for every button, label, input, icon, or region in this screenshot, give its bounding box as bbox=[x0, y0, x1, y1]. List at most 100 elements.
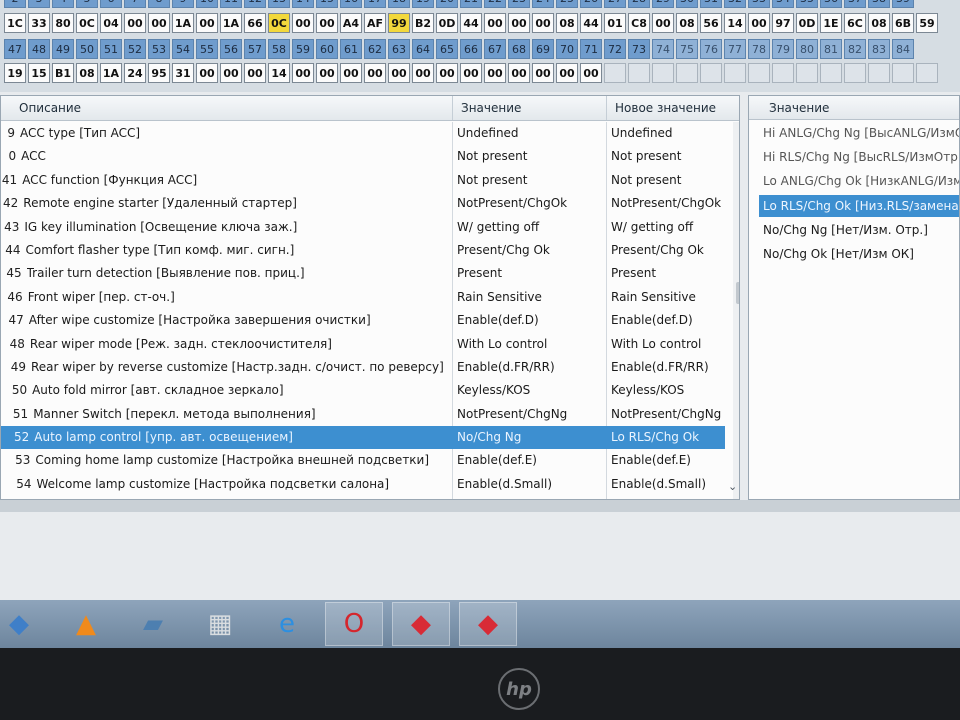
row-new-value[interactable]: NotPresent/ChgOk bbox=[611, 192, 723, 215]
byte-value-cell[interactable]: 0D bbox=[436, 13, 458, 33]
byte-value-cell[interactable]: 1A bbox=[100, 63, 122, 83]
byte-value-cell[interactable] bbox=[652, 63, 674, 83]
byte-value-cell[interactable]: 56 bbox=[700, 13, 722, 33]
row-new-value[interactable]: Keyless/KOS bbox=[611, 379, 723, 402]
byte-value-cell[interactable]: C8 bbox=[628, 13, 650, 33]
table-row[interactable]: 54 Welcome lamp customize [Настройка подс… bbox=[1, 473, 725, 496]
byte-value-cell[interactable]: 01 bbox=[604, 13, 626, 33]
byte-value-cell[interactable] bbox=[676, 63, 698, 83]
byte-value-cell[interactable]: 44 bbox=[580, 13, 602, 33]
byte-value-cell[interactable]: 00 bbox=[484, 13, 506, 33]
byte-value-cell[interactable]: 00 bbox=[532, 63, 554, 83]
table-row[interactable]: 43 IG key illumination [Освещение ключа з… bbox=[1, 216, 725, 239]
option-item[interactable]: Lo RLS/Chg Ok [Низ.RLS/замена] bbox=[759, 194, 959, 217]
row-new-value[interactable]: Enable(d.FR/RR) bbox=[611, 356, 723, 379]
table-row[interactable]: 52 Auto lamp control [упр. авт. освещение… bbox=[1, 426, 725, 450]
byte-value-cell[interactable] bbox=[868, 63, 890, 83]
byte-value-cell[interactable]: 00 bbox=[652, 13, 674, 33]
vertical-scrollbar[interactable] bbox=[733, 122, 739, 499]
printer-icon[interactable]: ▦ bbox=[191, 602, 249, 646]
column-header-new-value[interactable]: Новое значение bbox=[607, 96, 733, 120]
row-new-value[interactable]: Enable(def.D) bbox=[611, 309, 723, 332]
option-item[interactable]: No/Chg Ok [Нет/Изм ОК] bbox=[763, 243, 959, 265]
byte-value-cell[interactable]: 00 bbox=[196, 63, 218, 83]
table-row[interactable]: 47 After wipe customize [Настройка заверш… bbox=[1, 309, 725, 332]
byte-value-cell[interactable]: 00 bbox=[124, 13, 146, 33]
notepad-icon[interactable]: ▰ bbox=[124, 602, 182, 646]
row-new-value[interactable]: W/ getting off bbox=[611, 216, 723, 239]
row-new-value[interactable]: Undefined bbox=[611, 122, 723, 145]
table-row[interactable]: 0 ACC Not present Not present bbox=[1, 145, 725, 168]
byte-value-cell[interactable]: 08 bbox=[556, 13, 578, 33]
byte-value-cell[interactable]: 00 bbox=[484, 63, 506, 83]
table-row[interactable]: 46 Front wiper [пер. ст-оч.] Rain Sensitiv… bbox=[1, 286, 725, 309]
table-row[interactable]: 42 Remote engine starter [Удаленный старт… bbox=[1, 192, 725, 215]
byte-value-cell[interactable]: 1A bbox=[172, 13, 194, 33]
table-row[interactable]: 51 Manner Switch [перекл. метода выполнен… bbox=[1, 403, 725, 426]
byte-value-cell[interactable]: 00 bbox=[388, 63, 410, 83]
byte-value-cell[interactable]: 31 bbox=[172, 63, 194, 83]
byte-value-cell[interactable]: 00 bbox=[340, 63, 362, 83]
byte-value-cell[interactable]: 00 bbox=[292, 13, 314, 33]
byte-value-cell[interactable] bbox=[916, 63, 938, 83]
option-item[interactable]: No/Chg Ng [Нет/Изм. Отр.] bbox=[763, 219, 959, 241]
byte-value-cell[interactable]: 6B bbox=[892, 13, 914, 33]
column-header-value[interactable]: Значение bbox=[453, 96, 607, 120]
byte-value-cell[interactable] bbox=[772, 63, 794, 83]
byte-value-cell[interactable]: 66 bbox=[244, 13, 266, 33]
mitsubishi-icon[interactable]: ◆ bbox=[392, 602, 450, 646]
byte-value-cell[interactable]: 59 bbox=[916, 13, 938, 33]
byte-value-cell[interactable] bbox=[700, 63, 722, 83]
byte-value-cell[interactable]: 00 bbox=[436, 63, 458, 83]
byte-value-cell[interactable]: 00 bbox=[316, 13, 338, 33]
mitsubishi-icon-2[interactable]: ◆ bbox=[459, 602, 517, 646]
table-row[interactable]: 44 Comfort flasher type [Тип комф. миг. с… bbox=[1, 239, 725, 262]
byte-value-cell[interactable]: 08 bbox=[76, 63, 98, 83]
byte-value-cell[interactable]: 44 bbox=[460, 13, 482, 33]
opera-icon[interactable]: O bbox=[325, 602, 383, 646]
byte-value-cell[interactable] bbox=[820, 63, 842, 83]
byte-value-cell[interactable]: 0C bbox=[76, 13, 98, 33]
row-new-value[interactable]: NotPresent/ChgNg bbox=[611, 403, 723, 426]
byte-value-cell[interactable]: 00 bbox=[580, 63, 602, 83]
byte-value-cell[interactable]: 08 bbox=[868, 13, 890, 33]
row-new-value[interactable]: Not present bbox=[611, 169, 723, 192]
byte-value-cell[interactable]: 00 bbox=[556, 63, 578, 83]
byte-value-cell[interactable]: 80 bbox=[52, 13, 74, 33]
row-new-value[interactable]: Present/Chg Ok bbox=[611, 239, 723, 262]
byte-value-cell[interactable]: 00 bbox=[148, 13, 170, 33]
table-row[interactable]: 9 ACC type [Тип ACC] Undefined Undefined bbox=[1, 122, 725, 145]
byte-value-cell[interactable]: 24 bbox=[124, 63, 146, 83]
byte-value-cell[interactable]: A4 bbox=[340, 13, 362, 33]
byte-value-cell[interactable]: 15 bbox=[28, 63, 50, 83]
byte-value-cell[interactable]: 97 bbox=[772, 13, 794, 33]
byte-value-cell[interactable] bbox=[748, 63, 770, 83]
byte-value-cell[interactable] bbox=[724, 63, 746, 83]
table-row[interactable]: 48 Rear wiper mode [Реж. задн. стеклоочис… bbox=[1, 333, 725, 356]
byte-value-cell[interactable]: 00 bbox=[364, 63, 386, 83]
row-new-value[interactable]: Enable(d.Small) bbox=[611, 473, 723, 496]
option-item[interactable]: Hi ANLG/Chg Ng [ВысANLG/ИзмОтр.] bbox=[763, 122, 959, 144]
byte-value-cell[interactable]: 00 bbox=[508, 13, 530, 33]
byte-value-cell[interactable]: 08 bbox=[676, 13, 698, 33]
scrollbar-thumb[interactable] bbox=[736, 282, 739, 304]
byte-value-cell[interactable]: B2 bbox=[412, 13, 434, 33]
byte-value-cell[interactable]: 14 bbox=[724, 13, 746, 33]
byte-value-cell[interactable] bbox=[892, 63, 914, 83]
scroll-down-icon[interactable]: ⌄ bbox=[728, 480, 737, 493]
row-new-value[interactable]: Rain Sensitive bbox=[611, 286, 723, 309]
byte-value-cell[interactable]: 0C bbox=[268, 13, 290, 33]
row-new-value[interactable]: Present bbox=[611, 262, 723, 285]
byte-value-cell[interactable]: AF bbox=[364, 13, 386, 33]
row-new-value[interactable]: With Lo control bbox=[611, 333, 723, 356]
table-row[interactable]: 45 Trailer turn detection [Выявление пов.… bbox=[1, 262, 725, 285]
byte-value-cell[interactable]: 1E bbox=[820, 13, 842, 33]
byte-value-cell[interactable]: 00 bbox=[244, 63, 266, 83]
byte-value-cell[interactable]: B1 bbox=[52, 63, 74, 83]
vlc-icon[interactable]: ▲ bbox=[57, 602, 115, 646]
byte-value-cell[interactable] bbox=[628, 63, 650, 83]
byte-value-cell[interactable]: 00 bbox=[220, 63, 242, 83]
column-header-description[interactable]: Описание bbox=[11, 96, 453, 120]
row-new-value[interactable]: Not present bbox=[611, 145, 723, 168]
byte-value-cell[interactable] bbox=[844, 63, 866, 83]
